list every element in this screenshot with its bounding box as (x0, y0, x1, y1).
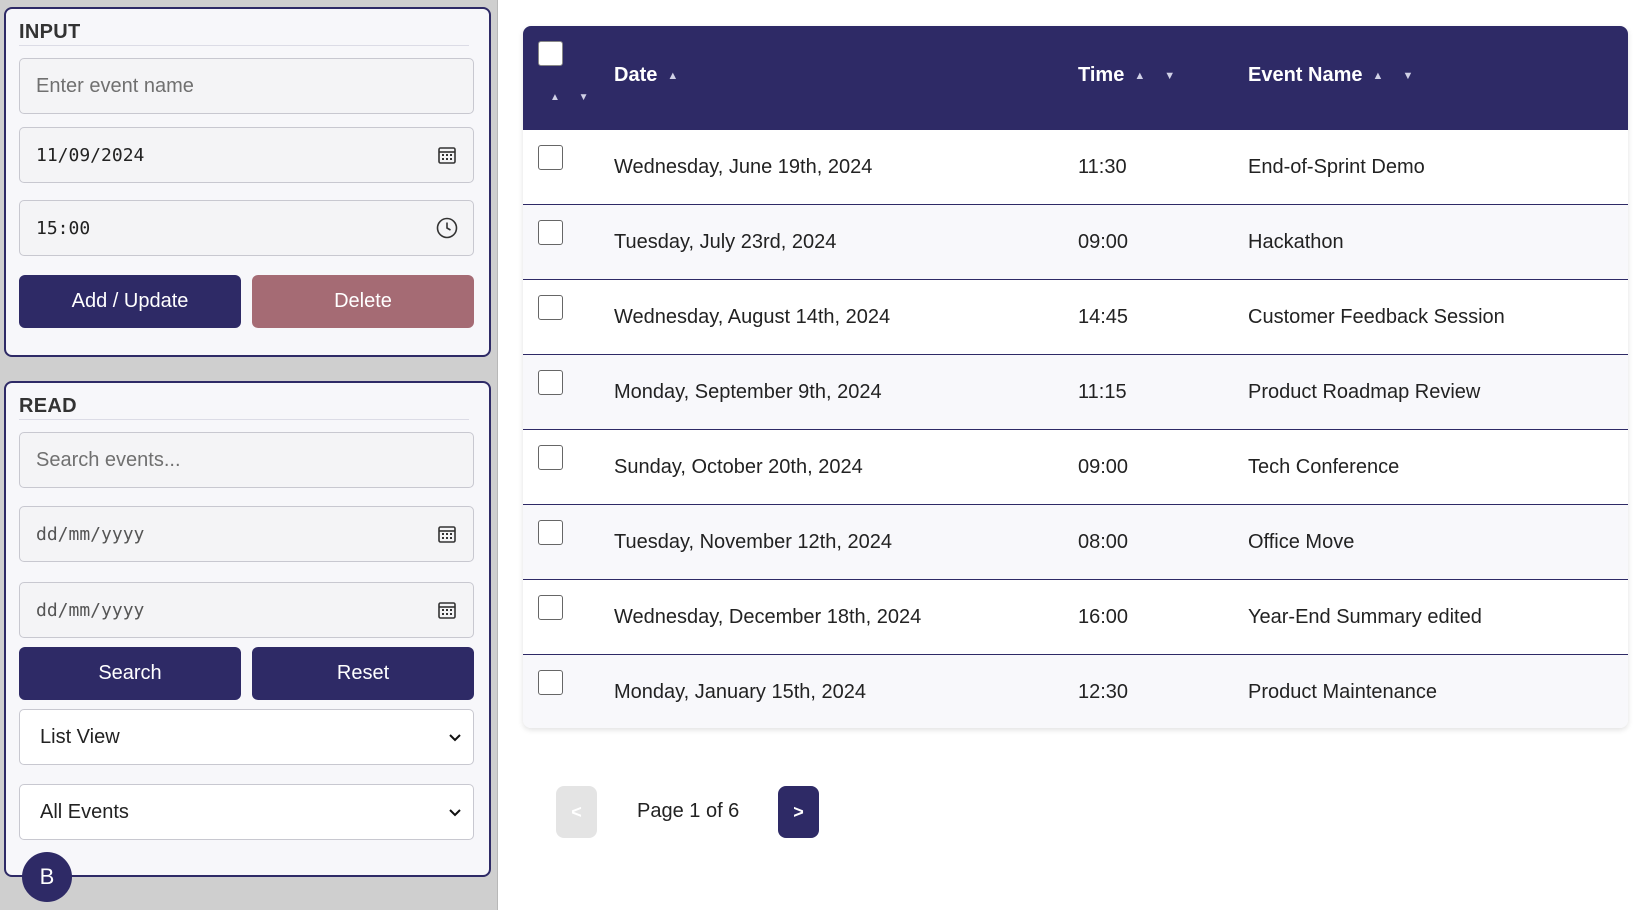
row-time: 09:00 (1078, 231, 1129, 253)
table-row[interactable]: Monday, January 15th, 2024 12:30 Product… (523, 655, 1628, 728)
table-row[interactable]: Tuesday, November 12th, 2024 08:00 Offic… (523, 505, 1628, 580)
row-time: 12:30 (1078, 681, 1129, 703)
page-indicator: Page 1 of 6 (637, 800, 740, 822)
row-checkbox[interactable] (538, 145, 563, 170)
row-checkbox[interactable] (538, 670, 563, 695)
previous-page-button[interactable]: < (556, 786, 597, 838)
search-placeholder: Search events... (36, 448, 181, 471)
event-date-input[interactable]: 11/09/2024 (19, 127, 474, 183)
table-header: ▲ ▼ Date ▲ Time ▲ ▼ Event Name ▲ ▼ (523, 26, 1628, 130)
chevron-down-icon (449, 734, 461, 742)
table-row[interactable]: Wednesday, June 19th, 2024 11:30 End-of-… (523, 130, 1628, 205)
row-checkbox[interactable] (538, 595, 563, 620)
events-table: ▲ ▼ Date ▲ Time ▲ ▼ Event Name ▲ ▼ Wedne… (523, 26, 1628, 728)
column-header-time[interactable]: Time ▲ ▼ (1078, 64, 1183, 87)
column-header-date[interactable]: Date ▲ (614, 64, 686, 87)
row-event: Product Maintenance (1248, 681, 1438, 703)
event-name-input[interactable]: Enter event name (19, 58, 474, 114)
sort-icon[interactable]: ▲ ▼ (1134, 70, 1183, 82)
row-date: Sunday, October 20th, 2024 (614, 456, 863, 478)
column-time-label: Time (1078, 64, 1125, 86)
column-event-label: Event Name (1248, 64, 1363, 86)
filter-select[interactable]: All Events (19, 784, 474, 840)
calendar-icon[interactable] (435, 143, 459, 167)
row-time: 09:00 (1078, 456, 1129, 478)
row-date: Wednesday, June 19th, 2024 (614, 156, 873, 178)
row-event: Office Move (1248, 531, 1355, 553)
event-date-value: 11/09/2024 (36, 144, 145, 166)
row-event: Year-End Summary edited (1248, 606, 1482, 628)
search-input[interactable]: Search events... (19, 432, 474, 488)
input-panel-title: INPUT (19, 9, 469, 46)
sort-asc-icon[interactable]: ▲ (667, 70, 686, 82)
filter-select-value: All Events (40, 800, 129, 823)
row-date: Wednesday, August 14th, 2024 (614, 306, 891, 328)
view-select[interactable]: List View (19, 709, 474, 765)
input-panel: INPUT Enter event name 11/09/2024 15:00 … (4, 7, 491, 357)
delete-button[interactable]: Delete (252, 275, 474, 328)
reset-button[interactable]: Reset (252, 647, 474, 700)
view-select-value: List View (40, 725, 120, 748)
row-date: Tuesday, July 23rd, 2024 (614, 231, 837, 253)
calendar-icon[interactable] (435, 598, 459, 622)
row-checkbox[interactable] (538, 295, 563, 320)
select-all-checkbox[interactable] (538, 41, 563, 66)
checkbox-sort-icon[interactable]: ▲ ▼ (550, 92, 597, 103)
event-time-input[interactable]: 15:00 (19, 200, 474, 256)
row-time: 11:30 (1078, 156, 1127, 178)
row-time: 14:45 (1078, 306, 1129, 328)
row-date: Tuesday, November 12th, 2024 (614, 531, 892, 553)
row-checkbox[interactable] (538, 445, 563, 470)
row-checkbox[interactable] (538, 220, 563, 245)
event-time-value: 15:00 (36, 217, 91, 239)
table-row[interactable]: Sunday, October 20th, 2024 09:00 Tech Co… (523, 430, 1628, 505)
column-date-label: Date (614, 64, 658, 86)
row-checkbox[interactable] (538, 370, 563, 395)
row-event: Tech Conference (1248, 456, 1400, 478)
row-date: Monday, September 9th, 2024 (614, 381, 882, 403)
to-date-input[interactable]: dd/mm/yyyy (19, 582, 474, 638)
chevron-down-icon (449, 809, 461, 817)
clock-icon[interactable] (435, 216, 459, 240)
calendar-icon[interactable] (435, 522, 459, 546)
read-panel: READ Search events... dd/mm/yyyy dd/mm/y… (4, 381, 491, 877)
to-date-placeholder: dd/mm/yyyy (36, 599, 145, 621)
event-name-placeholder: Enter event name (36, 74, 194, 97)
row-date: Monday, January 15th, 2024 (614, 681, 867, 703)
from-date-placeholder: dd/mm/yyyy (36, 523, 145, 545)
table-row[interactable]: Wednesday, December 18th, 2024 16:00 Yea… (523, 580, 1628, 655)
read-panel-title: READ (19, 383, 469, 420)
sidebar: INPUT Enter event name 11/09/2024 15:00 … (0, 0, 498, 910)
row-checkbox[interactable] (538, 520, 563, 545)
add-update-button[interactable]: Add / Update (19, 275, 241, 328)
row-time: 11:15 (1078, 381, 1127, 403)
avatar[interactable]: B (22, 852, 72, 902)
row-event: Product Roadmap Review (1248, 381, 1481, 403)
column-header-event[interactable]: Event Name ▲ ▼ (1248, 64, 1421, 87)
table-row[interactable]: Tuesday, July 23rd, 2024 09:00 Hackathon (523, 205, 1628, 280)
row-time: 08:00 (1078, 531, 1129, 553)
search-button[interactable]: Search (19, 647, 241, 700)
row-date: Wednesday, December 18th, 2024 (614, 606, 922, 628)
sort-icon[interactable]: ▲ ▼ (1373, 70, 1422, 82)
next-page-button[interactable]: > (778, 786, 819, 838)
table-row[interactable]: Wednesday, August 14th, 2024 14:45 Custo… (523, 280, 1628, 355)
row-time: 16:00 (1078, 606, 1129, 628)
row-event: Customer Feedback Session (1248, 306, 1505, 328)
row-event: Hackathon (1248, 231, 1344, 253)
from-date-input[interactable]: dd/mm/yyyy (19, 506, 474, 562)
row-event: End-of-Sprint Demo (1248, 156, 1425, 178)
table-row[interactable]: Monday, September 9th, 2024 11:15 Produc… (523, 355, 1628, 430)
